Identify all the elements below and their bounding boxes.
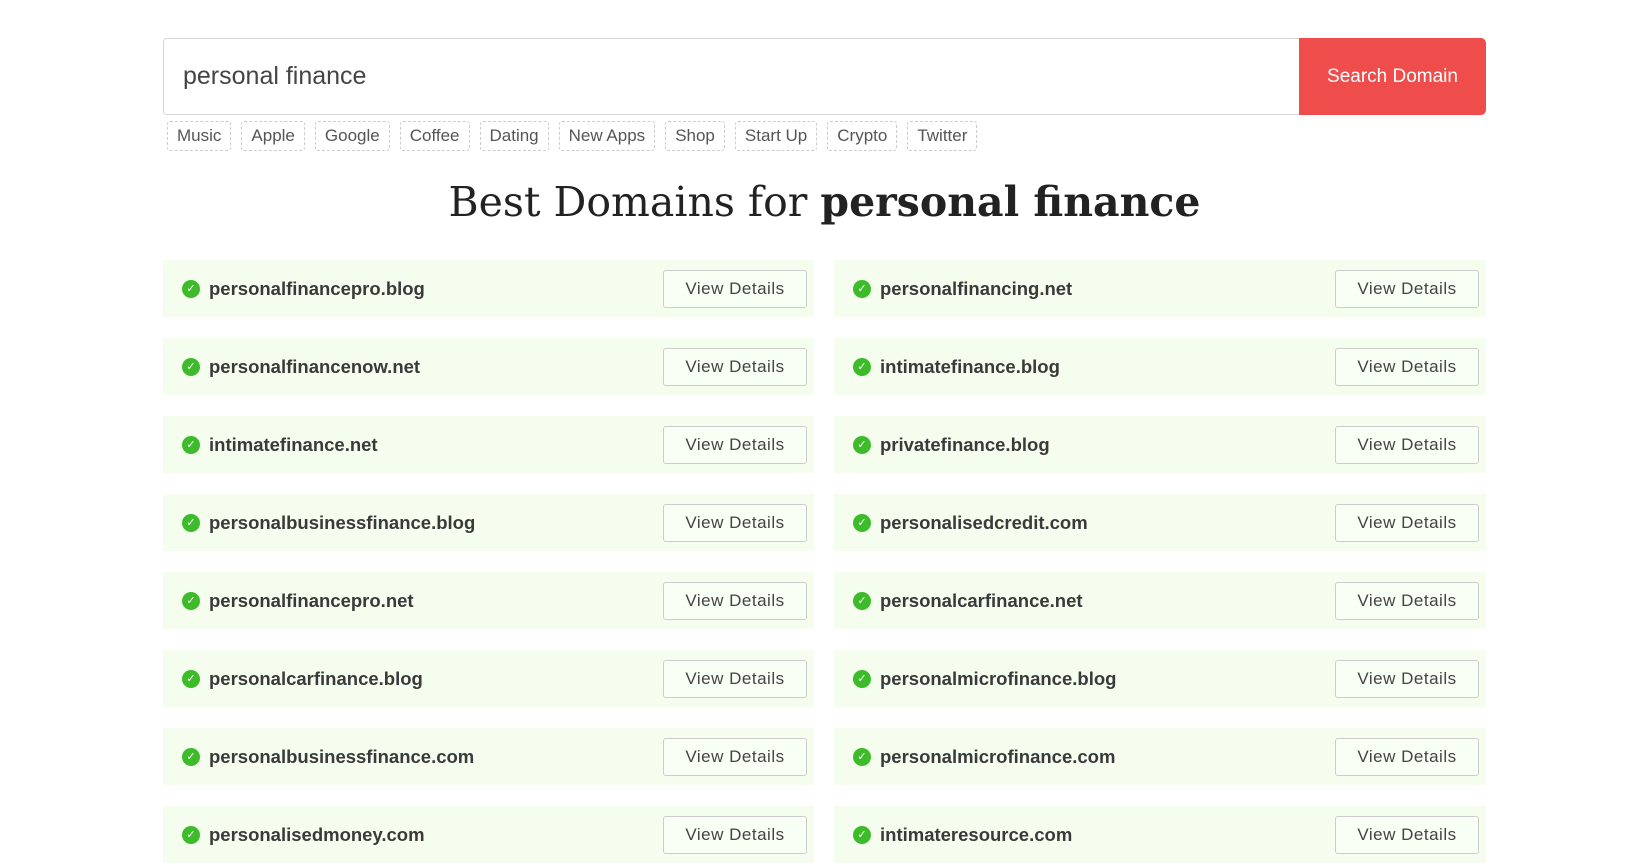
search-input[interactable] — [163, 38, 1299, 115]
check-circle-icon: ✓ — [182, 435, 200, 454]
tag-twitter[interactable]: Twitter — [907, 121, 978, 151]
check-circle-icon: ✓ — [853, 513, 871, 532]
suggested-tags: Music Apple Google Coffee Dating New Apps Shop… — [167, 121, 1486, 151]
domain-result-row: ✓ personalmicrofinance.blog View Details — [834, 650, 1486, 707]
domain-result-row: ✓ personalfinancenow.net View Details — [163, 338, 814, 395]
domain-name[interactable]: personalbusinessfinance.com — [209, 746, 663, 768]
view-details-button[interactable]: View Details — [663, 269, 807, 308]
page-title: Best Domains for personal finance — [163, 178, 1486, 226]
check-circle-icon: ✓ — [182, 591, 200, 610]
domain-result-row: ✓ personalisedcredit.com View Details — [834, 494, 1486, 551]
check-circle-icon: ✓ — [853, 591, 871, 610]
view-details-button[interactable]: View Details — [1335, 737, 1479, 776]
tag-music[interactable]: Music — [167, 121, 232, 151]
tag-crypto[interactable]: Crypto — [827, 121, 898, 151]
domain-name[interactable]: intimatefinance.net — [209, 434, 663, 456]
domain-name[interactable]: privatefinance.blog — [880, 434, 1335, 456]
domain-result-row: ✓ personalmicrofinance.com View Details — [834, 728, 1486, 785]
domain-results-grid: ✓ personalfinancepro.blog View Details ✓ per… — [163, 260, 1486, 863]
view-details-button[interactable]: View Details — [1335, 659, 1479, 698]
view-details-button[interactable]: View Details — [1335, 503, 1479, 542]
tag-apple[interactable]: Apple — [241, 121, 305, 151]
view-details-button[interactable]: View Details — [1335, 347, 1479, 386]
tag-coffee[interactable]: Coffee — [399, 121, 470, 151]
check-circle-icon: ✓ — [853, 669, 871, 688]
view-details-button[interactable]: View Details — [663, 347, 807, 386]
domain-result-row: ✓ personalisedmoney.com View Details — [163, 806, 814, 863]
domain-name[interactable]: personalfinancepro.blog — [209, 278, 663, 300]
domain-result-row: ✓ privatefinance.blog View Details — [834, 416, 1486, 473]
domain-result-row: ✓ intimatefinance.net View Details — [163, 416, 814, 473]
domain-result-row: ✓ personalfinancepro.blog View Details — [163, 260, 814, 317]
view-details-button[interactable]: View Details — [1335, 581, 1479, 620]
check-circle-icon: ✓ — [182, 279, 200, 298]
domain-result-row: ✓ personalcarfinance.net View Details — [834, 572, 1486, 629]
check-circle-icon: ✓ — [182, 747, 200, 766]
tag-google[interactable]: Google — [314, 121, 390, 151]
title-prefix: Best Domains for — [448, 178, 821, 226]
search-domain-button[interactable]: Search Domain — [1299, 38, 1486, 115]
check-circle-icon: ✓ — [853, 747, 871, 766]
view-details-button[interactable]: View Details — [663, 425, 807, 464]
check-circle-icon: ✓ — [853, 825, 871, 844]
check-circle-icon: ✓ — [853, 357, 871, 376]
tag-start-up[interactable]: Start Up — [734, 121, 818, 151]
domain-result-row: ✓ intimatefinance.blog View Details — [834, 338, 1486, 395]
domain-name[interactable]: personalisedmoney.com — [209, 824, 663, 846]
domain-result-row: ✓ personalbusinessfinance.com View Details — [163, 728, 814, 785]
view-details-button[interactable]: View Details — [663, 815, 807, 854]
domain-name[interactable]: personalfinancing.net — [880, 278, 1335, 300]
view-details-button[interactable]: View Details — [663, 659, 807, 698]
view-details-button[interactable]: View Details — [1335, 815, 1479, 854]
tag-dating[interactable]: Dating — [479, 121, 549, 151]
view-details-button[interactable]: View Details — [663, 503, 807, 542]
domain-result-row: ✓ personalcarfinance.blog View Details — [163, 650, 814, 707]
search-bar: Search Domain — [163, 38, 1486, 115]
tag-new-apps[interactable]: New Apps — [558, 121, 656, 151]
domain-name[interactable]: personalcarfinance.blog — [209, 668, 663, 690]
domain-name[interactable]: intimatefinance.blog — [880, 356, 1335, 378]
view-details-button[interactable]: View Details — [1335, 425, 1479, 464]
title-query: personal finance — [820, 178, 1201, 226]
check-circle-icon: ✓ — [182, 357, 200, 376]
check-circle-icon: ✓ — [853, 279, 871, 298]
domain-result-row: ✓ personalbusinessfinance.blog View Detail… — [163, 494, 814, 551]
domain-name[interactable]: personalmicrofinance.com — [880, 746, 1335, 768]
domain-search-page: Search Domain Music Apple Google Coffee Dati… — [163, 38, 1486, 863]
domain-result-row: ✓ personalfinancepro.net View Details — [163, 572, 814, 629]
view-details-button[interactable]: View Details — [663, 737, 807, 776]
check-circle-icon: ✓ — [853, 435, 871, 454]
tag-shop[interactable]: Shop — [665, 121, 725, 151]
view-details-button[interactable]: View Details — [1335, 269, 1479, 308]
domain-result-row: ✓ personalfinancing.net View Details — [834, 260, 1486, 317]
view-details-button[interactable]: View Details — [663, 581, 807, 620]
domain-name[interactable]: personalbusinessfinance.blog — [209, 512, 663, 534]
check-circle-icon: ✓ — [182, 669, 200, 688]
domain-name[interactable]: personalisedcredit.com — [880, 512, 1335, 534]
check-circle-icon: ✓ — [182, 513, 200, 532]
domain-name[interactable]: personalmicrofinance.blog — [880, 668, 1335, 690]
domain-name[interactable]: personalcarfinance.net — [880, 590, 1335, 612]
check-circle-icon: ✓ — [182, 825, 200, 844]
domain-name[interactable]: personalfinancenow.net — [209, 356, 663, 378]
domain-name[interactable]: intimateresource.com — [880, 824, 1335, 846]
domain-result-row: ✓ intimateresource.com View Details — [834, 806, 1486, 863]
domain-name[interactable]: personalfinancepro.net — [209, 590, 663, 612]
